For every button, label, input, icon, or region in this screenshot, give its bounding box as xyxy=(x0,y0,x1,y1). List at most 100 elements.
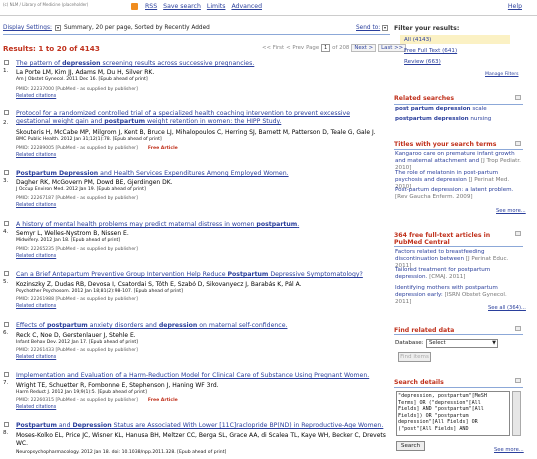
search-button[interactable]: Search xyxy=(396,441,425,451)
item-title[interactable]: Postpartum Depression and Health Service… xyxy=(16,170,386,178)
filter-free-full-text[interactable]: Free Full Text (641) xyxy=(404,48,457,54)
item-title[interactable]: Protocol for a randomized controlled tri… xyxy=(16,110,386,126)
prev-page-button[interactable]: < Prev xyxy=(286,45,304,51)
list-item: 4. A history of mental health problems m… xyxy=(3,221,388,265)
list-item: 5. Can a Brief Antepartum Preventive Gro… xyxy=(3,271,388,315)
database-select[interactable]: Select ▼ xyxy=(426,339,498,348)
see-all-link[interactable]: See all (364)... xyxy=(488,305,526,311)
chevron-down-icon: ▼ xyxy=(492,340,496,346)
item-checkbox[interactable] xyxy=(4,322,9,327)
related-searches-title: Related searches xyxy=(394,95,455,102)
item-title[interactable]: Effects of postpartum anxiety disorders … xyxy=(16,322,386,330)
next-page-button[interactable]: Next > xyxy=(351,44,377,52)
list-item: 2. Protocol for a randomized controlled … xyxy=(3,110,388,160)
filter-review[interactable]: Review (663) xyxy=(404,59,441,65)
related-citations-link[interactable]: Related citations xyxy=(16,203,56,208)
divider xyxy=(394,149,523,150)
item-pmid: PMID: 22265235 [PubMed - as supplied by … xyxy=(16,247,138,252)
page-of: of 208 xyxy=(332,45,350,51)
item-checkbox[interactable] xyxy=(4,422,9,427)
related-search-item[interactable]: post partum depression scale xyxy=(395,106,523,113)
see-more-link[interactable]: See more... xyxy=(496,208,526,214)
item-pmid: PMID: 22267187 [PubMed - as supplied by … xyxy=(16,196,138,201)
item-checkbox[interactable] xyxy=(4,221,9,226)
display-settings-link[interactable]: Display Settings: xyxy=(3,25,52,31)
see-more-link[interactable]: See more... xyxy=(494,447,524,453)
item-title[interactable]: A history of mental health problems may … xyxy=(16,221,386,229)
item-title[interactable]: Implementation and Evaluation of a Harm-… xyxy=(16,372,386,380)
item-checkbox[interactable] xyxy=(4,110,9,115)
related-citations-link[interactable]: Related citations xyxy=(16,355,56,360)
rss-icon[interactable] xyxy=(131,3,138,10)
find-data-title: Find related data xyxy=(394,327,455,334)
item-authors: Skouteris H, McCabe MP, Milgrom J, Kent … xyxy=(16,129,376,136)
related-search-item[interactable]: postpartum depression nursing xyxy=(395,116,523,123)
collapse-icon[interactable] xyxy=(515,326,521,331)
item-number: 3. xyxy=(3,178,9,184)
limits-link[interactable]: Limits xyxy=(207,3,226,10)
divider xyxy=(394,334,523,335)
item-checkbox[interactable] xyxy=(4,372,9,377)
free-article-label: Free Article xyxy=(147,146,178,151)
display-settings-arrow-icon[interactable]: ▾ xyxy=(54,25,61,31)
divider xyxy=(3,34,390,35)
divider xyxy=(394,104,523,105)
last-page-button[interactable]: Last >> xyxy=(378,44,407,52)
item-journal: Psychother Psychosom. 2012 Jan 18;81(2):… xyxy=(16,289,183,294)
send-to[interactable]: Send to: ▾ xyxy=(356,25,389,31)
collapse-icon[interactable] xyxy=(515,141,521,146)
fulltext-item[interactable]: Identifying mothers with postpartum depr… xyxy=(395,285,523,306)
first-page-button[interactable]: << First xyxy=(262,45,284,51)
collapse-icon[interactable] xyxy=(515,231,521,236)
search-details-title: Search details xyxy=(394,379,444,386)
page-input[interactable] xyxy=(321,44,331,52)
scrollbar[interactable] xyxy=(512,391,521,436)
item-title[interactable]: Can a Brief Antepartum Preventive Group … xyxy=(16,271,386,279)
item-journal: Harm Reduct J. 2012 Jan 19;9(1):5. [Epub… xyxy=(16,390,147,395)
item-number: 6. xyxy=(3,330,9,336)
related-citations-link[interactable]: Related citations xyxy=(16,94,56,99)
help-link[interactable]: Help xyxy=(508,3,522,10)
title-item[interactable]: Post-partum depression: a latent problem… xyxy=(395,187,523,201)
collapse-icon[interactable] xyxy=(515,378,521,383)
fulltext-title: 364 free full-text articles in PubMed Ce… xyxy=(394,232,491,246)
item-pmid: PMID: 22237000 [PubMed - as supplied by … xyxy=(16,87,138,92)
item-checkbox[interactable] xyxy=(4,170,9,175)
page-label: Page xyxy=(306,45,320,51)
advanced-link[interactable]: Advanced xyxy=(231,3,262,10)
item-pmid: PMID: 22261433 [PubMed - as supplied by … xyxy=(16,348,138,353)
item-title[interactable]: Postpartum and Depression Status are Ass… xyxy=(16,422,386,430)
related-citations-link[interactable]: Related citations xyxy=(16,254,56,259)
item-checkbox[interactable] xyxy=(4,271,9,276)
save-search-link[interactable]: Save search xyxy=(163,3,201,10)
item-journal: Neuropsychopharmacology. 2012 Jan 18. do… xyxy=(16,450,227,455)
related-citations-link[interactable]: Related citations xyxy=(16,304,56,309)
item-journal: J Occup Environ Med. 2012 Jan 19. [Epub … xyxy=(16,187,146,192)
item-authors: Kozinszky Z, Dudas RB, Devosa I, Csatord… xyxy=(16,281,302,288)
find-items-button[interactable]: Find items xyxy=(398,352,431,362)
titles-title: Titles with your search terms xyxy=(394,141,497,148)
rss-link[interactable]: RSS xyxy=(145,3,157,10)
list-item: 7. Implementation and Evaluation of a Ha… xyxy=(3,372,388,416)
fulltext-item[interactable]: Tailored treatment for postpartum depres… xyxy=(395,267,523,281)
send-to-link[interactable]: Send to: xyxy=(356,25,380,31)
search-details-textarea[interactable]: "depression, postpartum"[MeSH Terms] OR … xyxy=(396,391,510,436)
item-journal: Am J Obstet Gynecol. 2011 Dec 16. [Epub … xyxy=(16,77,148,82)
list-item: 1. The pattern of depression screening r… xyxy=(3,60,388,104)
item-title[interactable]: The pattern of depression screening resu… xyxy=(16,60,386,68)
item-authors: Dagher RK, McGovern PM, Dowd BE, Gjerdin… xyxy=(16,179,173,186)
send-to-arrow-icon[interactable]: ▾ xyxy=(382,25,389,31)
related-citations-link[interactable]: Related citations xyxy=(16,153,56,158)
item-checkbox[interactable] xyxy=(4,60,9,65)
manage-filters-link[interactable]: Manage Filters xyxy=(485,72,518,77)
results-count: Results: 1 to 20 of 4143 xyxy=(3,44,100,53)
item-authors: Semyr L, Welles-Nystrom B, Nissen E. xyxy=(16,230,129,237)
item-journal: Midwifery. 2012 Jan 18. [Epub ahead of p… xyxy=(16,238,121,243)
related-citations-link[interactable]: Related citations xyxy=(16,405,56,410)
item-authors: Wright TE, Schuetter R, Fombonne E, Step… xyxy=(16,382,219,389)
collapse-icon[interactable] xyxy=(515,95,521,100)
filter-all[interactable]: All (4143) xyxy=(404,37,431,43)
title-item[interactable]: Kangaroo care on premature infant growth… xyxy=(395,151,523,172)
top-bar: (c) NLM / Library of Medicine (placehold… xyxy=(0,0,537,14)
free-article-label: Free Article xyxy=(147,398,178,403)
